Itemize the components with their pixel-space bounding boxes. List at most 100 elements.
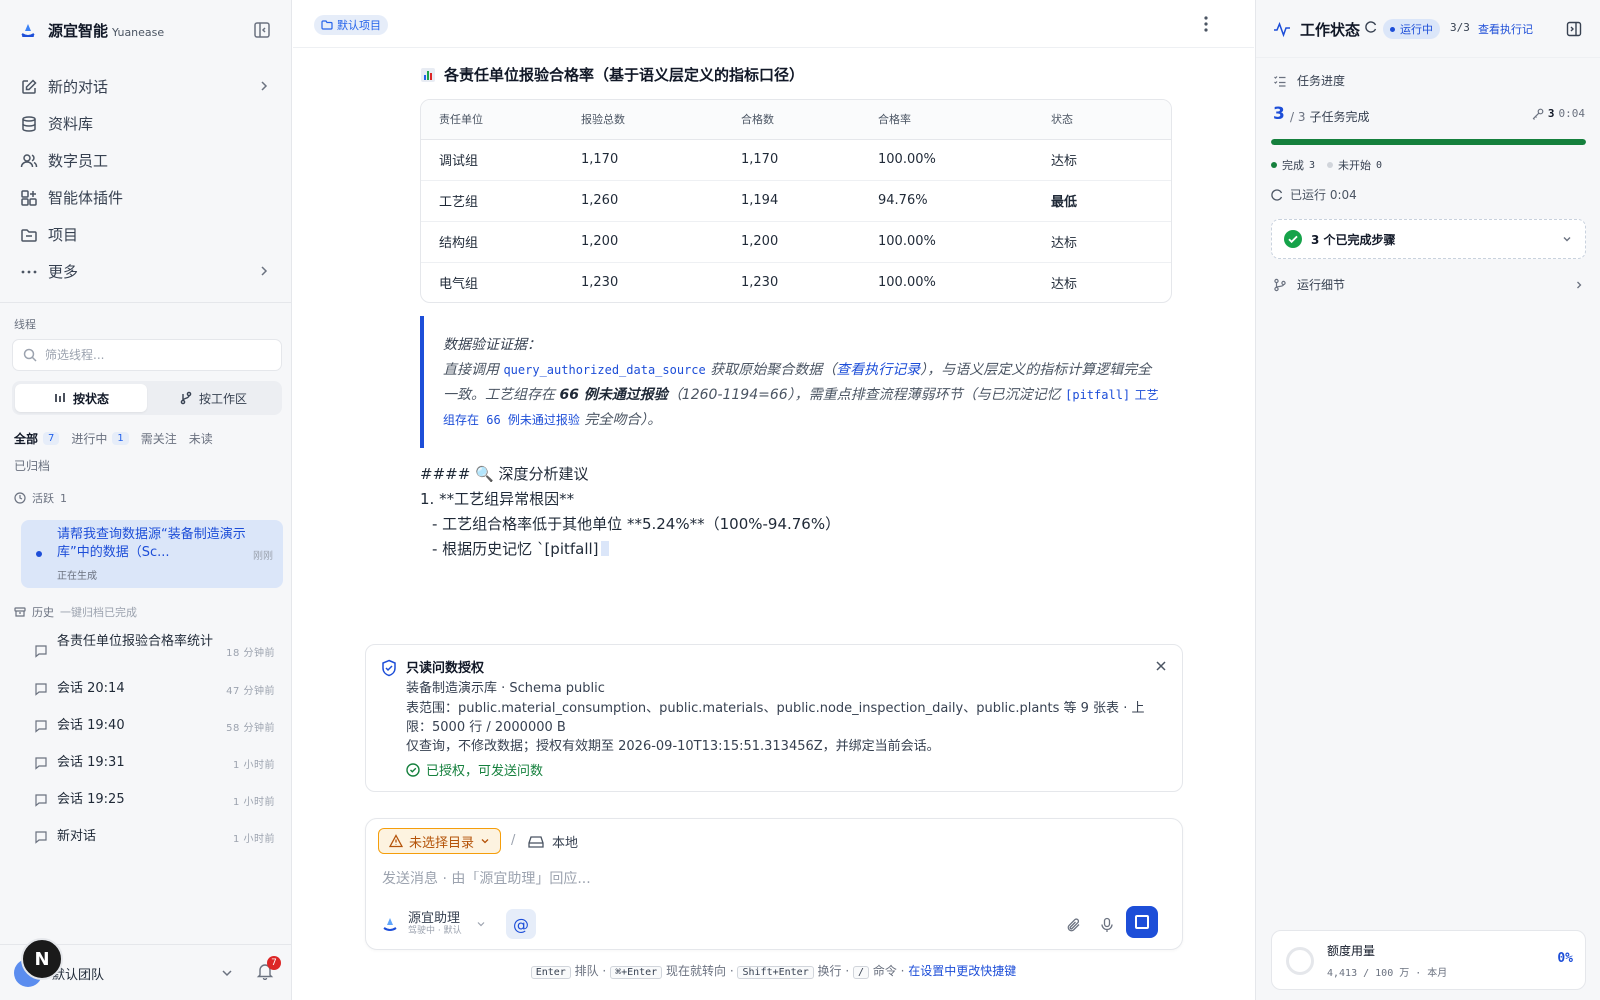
task-progress-label: 任务进度 [1297,74,1346,88]
tab-label: 未读 [188,431,213,446]
mention-button[interactable]: @ [506,909,536,939]
table-cell: 1,230 [741,275,779,291]
tab-in-progress[interactable]: 进行中 1 [71,430,129,447]
history-time: 1 小时前 [232,760,275,771]
chevron-down-icon[interactable] [220,966,234,980]
clock-icon [14,492,26,504]
filter-field[interactable] [45,348,265,362]
microphone-icon[interactable] [1099,917,1115,933]
collapse-sidebar-icon[interactable] [252,20,272,40]
table-cell: 1,194 [741,180,878,222]
git-branch-icon [1273,278,1287,292]
tab-label: 已归档 [14,458,51,473]
group-count: 1 [60,491,67,505]
table-row: 电气组 1,230 1,230 100.00% 达标 [421,262,1171,302]
progress-suffix: 子任务完成 [1309,110,1370,124]
tab-all[interactable]: 全部 7 [14,430,60,447]
history-item[interactable]: 会话 20:14 47 分钟前 [21,680,283,698]
thread-title: 请帮我查询数据源“装备制造演示库”中的数据（Sc... [57,527,246,560]
nav-digital-employees[interactable]: 数字员工 [10,142,282,179]
active-thread-item[interactable]: 请帮我查询数据源“装备制造演示库”中的数据（Sc... 正在生成 刚刚 [21,520,283,588]
count-badge: 1 [112,431,129,445]
folder-icon [20,226,38,244]
progress-legend: 完成 3 未开始 0 [1271,157,1382,173]
column-header: 合格率 [878,100,1051,140]
history-item[interactable]: 会话 19:31 1 小时前 [21,754,283,772]
edit-icon [20,78,38,96]
table-cell: 100.00% [878,275,936,291]
work-status-panel: 工作状态 运行中 3/3 查看执行记 任务进度 3 / 3 子任务完成 3 0:0… [1255,0,1600,1000]
agent-name: 源宜助理 [408,910,461,926]
chevron-down-icon [1561,233,1573,245]
key-icon [1532,108,1544,120]
history-item[interactable]: 各责任单位报验合格率统计 18 分钟前 [21,634,283,668]
running-dot [1390,26,1395,32]
close-icon[interactable] [1154,659,1168,673]
history-title: 会话 19:25 [57,792,125,807]
hint-text: 现在就转向 · [662,964,738,978]
paperclip-icon[interactable] [1066,917,1082,933]
progress-summary: / 3 子任务完成 [1290,108,1370,125]
nav-label: 智能体插件 [48,189,124,207]
project-chip-label: 默认项目 [337,19,381,32]
brand-name: 源宜智能 Yuanease [48,21,165,40]
readonly-auth-card: 只读问数授权 装备制造演示库 · Schema public 表范围：publi… [365,644,1183,792]
change-shortcuts-link[interactable]: 在设置中更改快捷键 [908,964,1016,978]
thread-filter-input[interactable] [12,339,282,371]
brand[interactable]: 源宜智能 Yuanease [18,18,164,42]
toggle-panel-icon[interactable] [1565,20,1583,38]
chat-bubble-icon [34,719,48,733]
section-title: 各责任单位报验合格率（基于语义层定义的指标口径） [420,64,804,85]
history-item[interactable]: 新对话 1 小时前 [21,828,283,846]
view-execution-log-link[interactable]: 查看执行记 [1478,21,1533,37]
shortcut-hints: Enter 排队 · ⌘+Enter 现在就转向 · Shift+Enter 换… [293,962,1254,979]
evidence-body: 直接调用 query_authorized_data_source 获取原始聚合… [443,358,1163,433]
run-details-row[interactable]: 运行细节 [1273,276,1584,293]
nav-more[interactable]: 更多 [10,253,282,290]
sidebar-nav: 新的对话 资料库 数字员工 智能体插件 项目 更多 [10,68,282,290]
table-cell: 1,260 [581,180,741,222]
auth-note: 仅查询，不修改数据；授权有效期至 2026-09-10T13:15:51.313… [406,739,940,754]
directory-selector[interactable]: 未选择目录 [378,828,502,854]
history-title: 会话 19:40 [57,718,125,733]
thread-tabs: 全部 7 进行中 1 需关注 未读 已归档 [14,428,284,475]
progress-fraction: 3/3 [1450,21,1470,34]
work-status-header: 工作状态 运行中 3/3 查看执行记 [1256,0,1600,58]
nav-projects[interactable]: 项目 [10,216,282,253]
tab-unread[interactable]: 未读 [189,430,213,447]
view-execution-log-link[interactable]: 查看执行记录 [836,362,920,378]
agent-selector[interactable]: 源宜助理 驾驶中 · 默认 [380,909,486,939]
history-item[interactable]: 会话 19:25 1 小时前 [21,791,283,809]
ellipsis-icon [20,263,38,281]
group-by-status[interactable]: 按状态 [15,384,147,412]
main-topbar: 默认项目 [293,0,1254,48]
archive-all-link[interactable]: 一键归档已完成 [60,604,137,620]
status-bars-icon [53,391,67,405]
tab-archived[interactable]: 已归档 [14,457,50,474]
stop-generation-button[interactable] [1126,906,1158,938]
completed-steps-accordion[interactable]: 3 个已完成步骤 [1271,219,1586,259]
hint-text: 命令 · [869,964,909,978]
project-chip[interactable]: 默认项目 [314,15,388,35]
nav-agent-plugins[interactable]: 智能体插件 [10,179,282,216]
chat-bubble-icon [34,793,48,807]
tab-attention[interactable]: 需关注 [141,430,177,447]
quota-title: 额度用量 [1327,944,1376,958]
markdown-line-last: - 根据历史记忆 `[pitfall] [420,537,840,562]
message-input[interactable] [382,871,1162,887]
history-group-header: 历史 一键归档已完成 [14,604,137,620]
user-avatar[interactable]: N [21,938,63,980]
nav-library[interactable]: 资料库 [10,105,282,142]
group-by-workspace[interactable]: 按工作区 [147,384,279,412]
more-options-icon[interactable] [1203,15,1209,33]
legend-count: 0 [1376,159,1383,171]
brand-logo-icon [18,20,38,40]
local-env-selector[interactable]: 本地 [528,832,578,851]
quota-usage-card[interactable]: 额度用量 4,413 / 100 万 · 本月 0% [1271,930,1586,990]
nav-new-chat[interactable]: 新的对话 [10,68,282,105]
agent-logo-icon [380,914,400,934]
threads-label: 线程 [14,318,36,331]
evidence-emphasis: 66 例未通过报验 [559,387,668,403]
auth-status: 已授权，可发送问数 [406,760,543,779]
history-item[interactable]: 会话 19:40 58 分钟前 [21,717,283,735]
